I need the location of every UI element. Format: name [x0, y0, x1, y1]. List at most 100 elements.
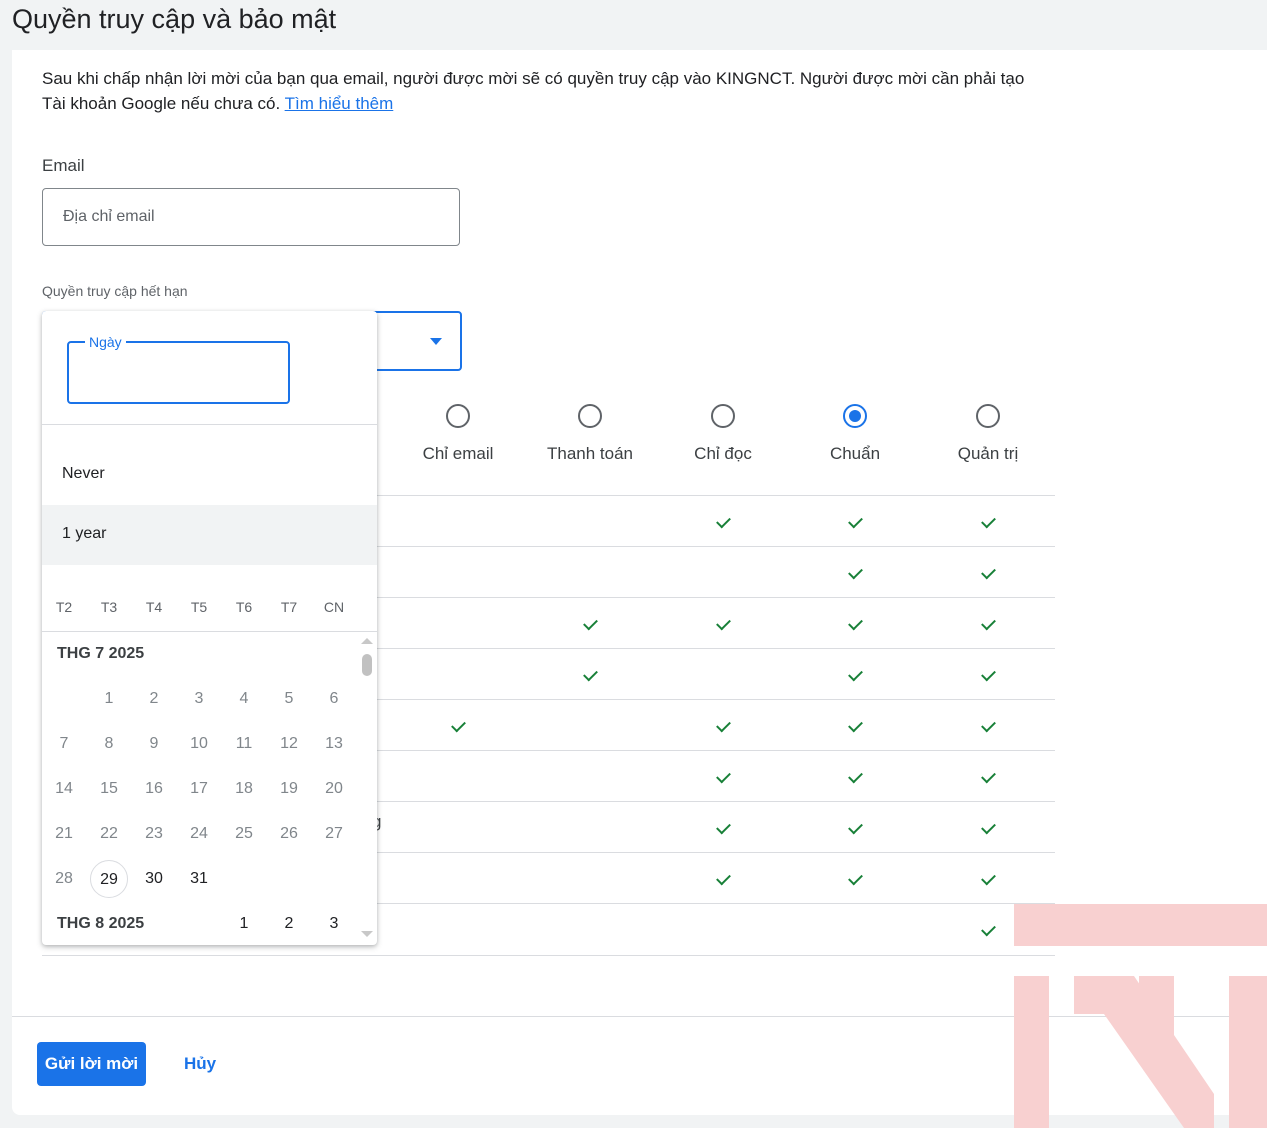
calendar-day: 1: [104, 690, 114, 707]
check-icon: [981, 870, 996, 886]
check-icon: [848, 615, 863, 631]
brand-logo-watermark: [1014, 904, 1267, 1128]
scroll-down-icon[interactable]: [361, 931, 373, 937]
calendar-day: 15: [100, 780, 118, 797]
scroll-up-icon[interactable]: [361, 638, 373, 644]
role-option[interactable]: Chuẩn: [790, 404, 920, 464]
send-invite-button[interactable]: Gửi lời mời: [37, 1042, 146, 1086]
email-field-container: [42, 188, 460, 246]
radio-unchecked-icon[interactable]: [446, 404, 470, 428]
weekday-label: T5: [190, 599, 208, 615]
weekday-label: T3: [100, 599, 118, 615]
calendar-day: 23: [145, 825, 163, 842]
check-icon: [716, 717, 731, 733]
expiry-dropdown-popup: Ngày Never 1 year T2 T3 T4 T5 T6 T7 CN THG 7 2…: [42, 311, 377, 945]
role-label: Chỉ đọc: [694, 444, 752, 463]
dropdown-arrow-icon: [430, 338, 442, 345]
role-label: Chuẩn: [829, 444, 881, 463]
weekday-label: T2: [55, 599, 73, 615]
check-icon: [981, 666, 996, 682]
calendar-day: 19: [280, 780, 298, 797]
check-icon: [848, 513, 863, 529]
calendar-day: 8: [104, 735, 114, 752]
check-icon: [451, 717, 466, 733]
calendar-day: 24: [190, 825, 208, 842]
learn-more-link[interactable]: Tìm hiểu thêm: [285, 94, 394, 113]
calendar-day: 26: [280, 825, 298, 842]
calendar-day: 16: [145, 780, 163, 797]
option-1-year[interactable]: 1 year: [42, 505, 377, 565]
calendar-day: 21: [55, 825, 73, 842]
popup-divider: [42, 424, 377, 425]
radio-checked-icon[interactable]: [843, 404, 867, 428]
check-icon: [848, 564, 863, 580]
check-icon: [981, 768, 996, 784]
calendar-day: 12: [280, 735, 298, 752]
check-icon: [848, 768, 863, 784]
calendar-day: 13: [325, 735, 343, 752]
check-icon: [848, 819, 863, 835]
calendar-day: 5: [284, 690, 294, 707]
cancel-button[interactable]: Hủy: [170, 1042, 230, 1086]
check-icon: [981, 717, 996, 733]
check-icon: [716, 870, 731, 886]
check-icon: [981, 513, 996, 529]
expire-label: Quyền truy cập hết hạn: [42, 283, 188, 299]
radio-unchecked-icon[interactable]: [976, 404, 1000, 428]
role-option[interactable]: Thanh toán: [525, 404, 655, 464]
radio-unchecked-icon[interactable]: [711, 404, 735, 428]
option-label: Never: [62, 465, 105, 482]
calendar-day: 3: [194, 690, 204, 707]
calendar-day: 27: [325, 825, 343, 842]
calendar-day[interactable]: 30: [135, 860, 173, 898]
calendar-day: 25: [235, 825, 253, 842]
radio-unchecked-icon[interactable]: [578, 404, 602, 428]
calendar-day: 22: [100, 825, 118, 842]
role-label: Chỉ email: [422, 444, 494, 463]
month-label: THG 8 2025: [57, 915, 145, 932]
month-label: THG 7 2025: [57, 645, 145, 662]
calendar-day-today[interactable]: 29: [90, 860, 128, 898]
calendar-day[interactable]: 2: [270, 905, 308, 943]
check-icon: [981, 921, 996, 937]
check-icon: [716, 513, 731, 529]
check-icon: [981, 615, 996, 631]
check-icon: [848, 870, 863, 886]
calendar-day: 9: [149, 735, 159, 752]
calendar-day[interactable]: 31: [180, 860, 218, 898]
role-option[interactable]: Chỉ email: [393, 404, 523, 464]
page-title: Quyền truy cập và bảo mật: [12, 4, 337, 34]
weekday-label: T7: [280, 599, 298, 615]
calendar-day: 7: [59, 735, 69, 752]
role-label: Quản trị: [957, 444, 1019, 463]
check-icon: [583, 666, 598, 682]
calendar-day: 18: [235, 780, 253, 797]
option-never[interactable]: Never: [42, 445, 377, 505]
calendar-day: 10: [190, 735, 208, 752]
date-field-label: Ngày: [85, 334, 126, 350]
check-icon: [716, 819, 731, 835]
weekday-label: CN: [323, 599, 345, 615]
intro-description: Sau khi chấp nhận lời mời của bạn qua em…: [42, 69, 1025, 113]
weekday-label: T6: [235, 599, 253, 615]
calendar-day: 17: [190, 780, 208, 797]
calendar-day[interactable]: 1: [225, 905, 263, 943]
role-option[interactable]: Quản trị: [923, 404, 1053, 464]
email-field[interactable]: [43, 189, 459, 245]
check-icon: [716, 615, 731, 631]
date-input[interactable]: [69, 343, 288, 402]
calendar-day: 6: [329, 690, 339, 707]
calendar-day: 4: [239, 690, 249, 707]
weekday-label: T4: [145, 599, 163, 615]
calendar-divider: [42, 631, 377, 632]
calendar-day: 11: [235, 735, 253, 752]
calendar-day[interactable]: 3: [315, 905, 353, 943]
scrollbar-thumb[interactable]: [362, 654, 372, 676]
role-label: Thanh toán: [546, 444, 633, 463]
option-label: 1 year: [62, 525, 107, 542]
role-option[interactable]: Chỉ đọc: [658, 404, 788, 464]
calendar-day: 28: [55, 870, 73, 887]
check-icon: [848, 666, 863, 682]
check-icon: [848, 717, 863, 733]
email-label: Email: [42, 156, 85, 175]
